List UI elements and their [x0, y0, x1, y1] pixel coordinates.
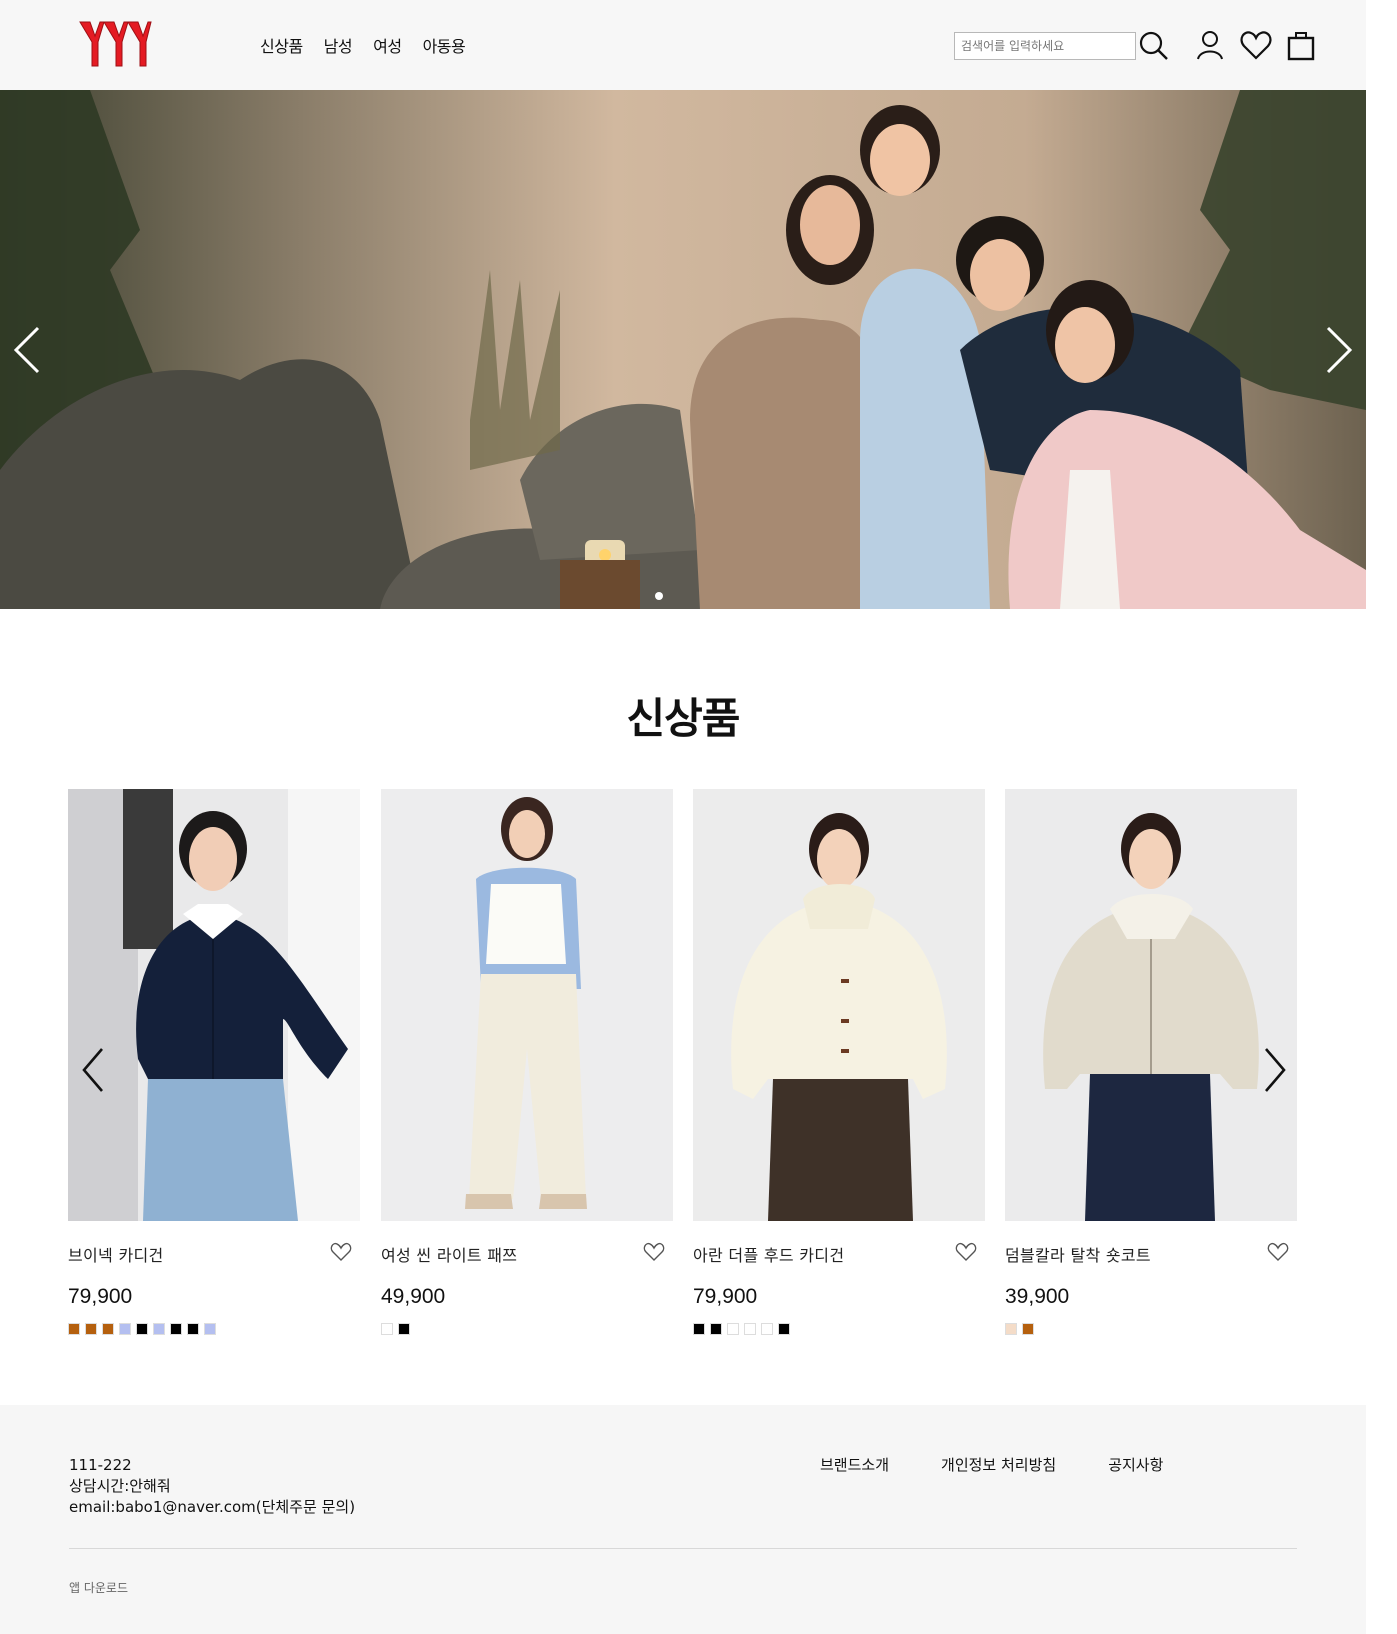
hero-next-arrow-icon[interactable]	[1322, 322, 1358, 378]
nav-kids[interactable]: 아동용	[423, 33, 466, 57]
color-swatch[interactable]	[693, 1323, 705, 1335]
product-price: 39,900	[1005, 1285, 1070, 1308]
product-heart-icon[interactable]	[1267, 1242, 1289, 1262]
product-price: 49,900	[381, 1285, 446, 1308]
color-swatch[interactable]	[744, 1323, 756, 1335]
products-next-arrow-icon[interactable]	[1260, 1045, 1290, 1095]
product-name[interactable]: 아란 더플 후드 카디건	[693, 1242, 844, 1266]
footer-email: email:babo1@naver.com(단체주문 문의)	[69, 1498, 356, 1516]
color-swatch[interactable]	[102, 1323, 114, 1335]
color-swatch[interactable]	[204, 1323, 216, 1335]
footer-links: 브랜드소개 개인정보 처리방침 공지사항	[820, 1454, 1215, 1475]
site-header: 신상품 남성 여성 아동용	[0, 0, 1366, 90]
product-price: 79,900	[68, 1285, 133, 1308]
footer-app-download[interactable]: 앱 다운로드	[69, 1579, 128, 1596]
products-prev-arrow-icon[interactable]	[78, 1045, 108, 1095]
product-heart-icon[interactable]	[330, 1242, 352, 1262]
section-title: 신상품	[626, 694, 741, 743]
product-name[interactable]: 여성 씬 라이트 패쯔	[381, 1242, 517, 1266]
product-heart-icon[interactable]	[643, 1242, 665, 1262]
product-image[interactable]	[1005, 789, 1297, 1221]
color-swatches	[1005, 1323, 1034, 1335]
color-swatch[interactable]	[187, 1323, 199, 1335]
product-price: 79,900	[693, 1285, 758, 1308]
nav-men[interactable]: 남성	[324, 33, 353, 57]
product-image[interactable]	[693, 789, 985, 1221]
color-swatches	[68, 1323, 216, 1335]
color-swatch[interactable]	[136, 1323, 148, 1335]
user-icon[interactable]	[1193, 28, 1227, 62]
product-image[interactable]	[381, 789, 673, 1221]
nav-new-arrivals[interactable]: 신상품	[260, 33, 303, 57]
hero-pagination-dot[interactable]	[655, 592, 663, 600]
color-swatch[interactable]	[170, 1323, 182, 1335]
site-footer: 111-222 상담시간:안해줘 email:babo1@naver.com(단…	[0, 1405, 1366, 1634]
footer-contact-info: 111-222 상담시간:안해줘 email:babo1@naver.com(단…	[69, 1455, 355, 1518]
search-input[interactable]	[954, 32, 1136, 60]
color-swatch[interactable]	[85, 1323, 97, 1335]
search-icon[interactable]	[1137, 28, 1171, 62]
color-swatch[interactable]	[398, 1323, 410, 1335]
nav-women[interactable]: 여성	[373, 33, 402, 57]
footer-link-brand[interactable]: 브랜드소개	[820, 1454, 889, 1475]
product-heart-icon[interactable]	[955, 1242, 977, 1262]
footer-link-notice[interactable]: 공지사항	[1108, 1454, 1163, 1475]
hero-image	[0, 90, 1366, 609]
color-swatch[interactable]	[778, 1323, 790, 1335]
footer-link-privacy[interactable]: 개인정보 처리방침	[941, 1454, 1056, 1475]
color-swatch[interactable]	[1005, 1323, 1017, 1335]
product-name[interactable]: 덤블칼라 탈착 숏코트	[1005, 1242, 1151, 1266]
color-swatch[interactable]	[381, 1323, 393, 1335]
color-swatches	[693, 1323, 790, 1335]
product-image[interactable]	[68, 789, 360, 1221]
product-card[interactable]: 브이넥 카디건 79,900	[68, 789, 360, 1335]
main-nav: 신상품 남성 여성 아동용	[260, 33, 486, 57]
color-swatch[interactable]	[119, 1323, 131, 1335]
product-card[interactable]: 아란 더플 후드 카디건 79,900	[693, 789, 985, 1335]
color-swatch[interactable]	[153, 1323, 165, 1335]
hero-prev-arrow-icon[interactable]	[8, 322, 44, 378]
shopping-bag-icon[interactable]	[1284, 28, 1318, 62]
footer-hours: 상담시간:안해줘	[69, 1477, 171, 1495]
color-swatch[interactable]	[761, 1323, 773, 1335]
product-name[interactable]: 브이넥 카디건	[68, 1242, 164, 1266]
color-swatch[interactable]	[1022, 1323, 1034, 1335]
product-card[interactable]: 여성 씬 라이트 패쯔 49,900	[381, 789, 673, 1335]
brand-logo[interactable]	[78, 18, 152, 70]
color-swatch[interactable]	[710, 1323, 722, 1335]
hero-banner[interactable]	[0, 90, 1366, 609]
color-swatch[interactable]	[727, 1323, 739, 1335]
footer-phone: 111-222	[69, 1456, 132, 1474]
wishlist-heart-icon[interactable]	[1239, 28, 1273, 62]
color-swatches	[381, 1323, 410, 1335]
product-card[interactable]: 덤블칼라 탈착 숏코트 39,900	[1005, 789, 1297, 1335]
footer-divider	[69, 1548, 1297, 1549]
color-swatch[interactable]	[68, 1323, 80, 1335]
